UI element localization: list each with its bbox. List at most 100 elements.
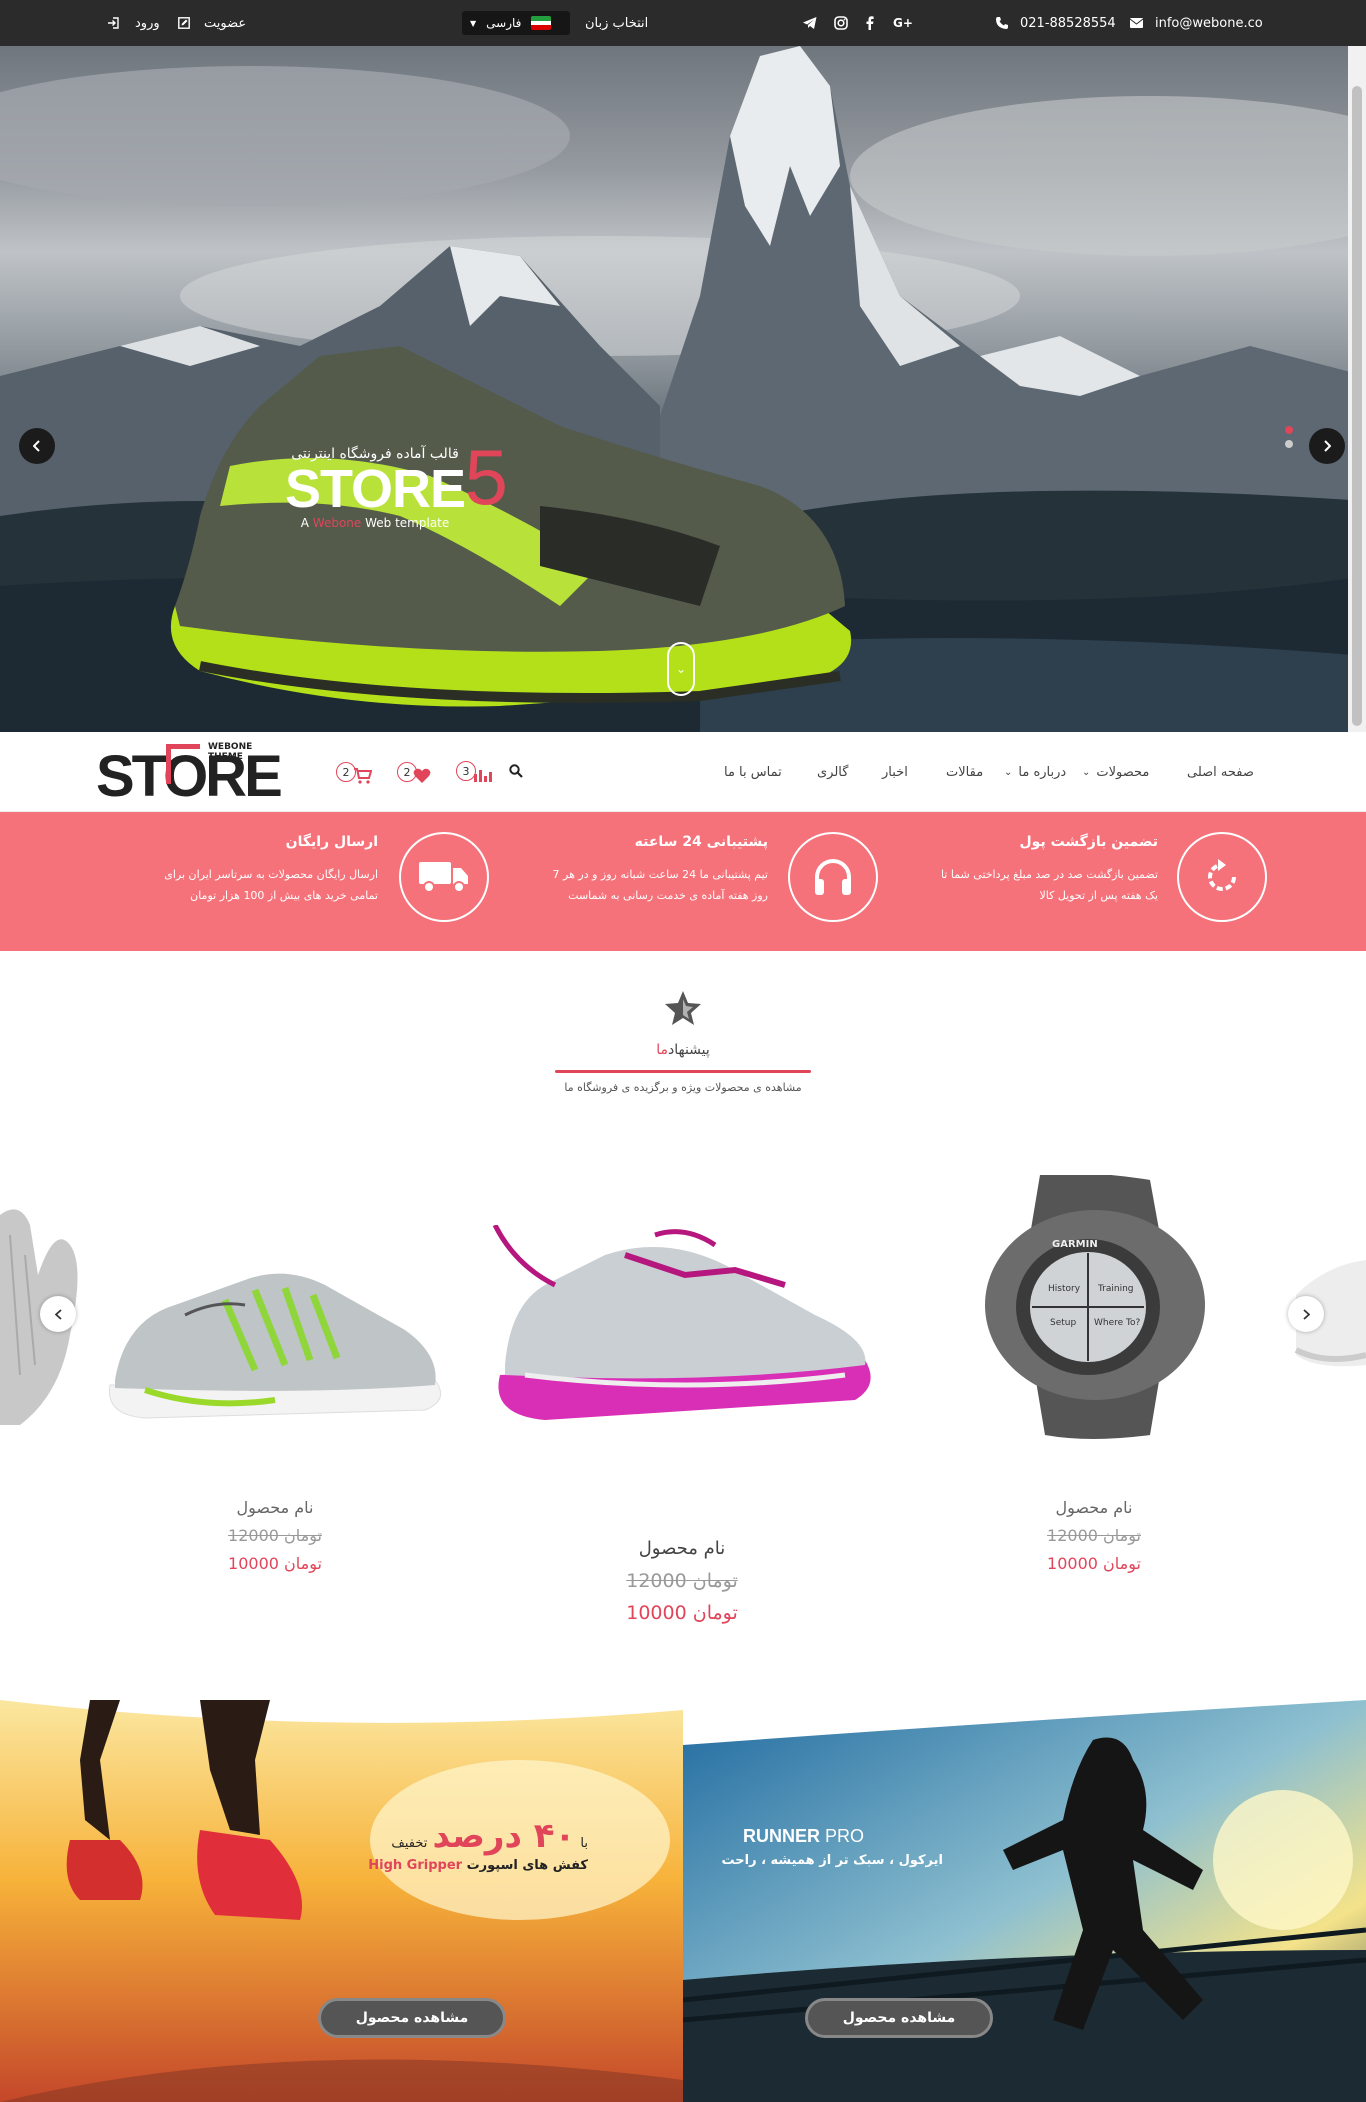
pink-shoe-image bbox=[492, 1225, 871, 1420]
email-link[interactable]: info@webone.co bbox=[1130, 0, 1263, 46]
headphones-icon bbox=[788, 832, 878, 922]
nav-item-contact[interactable]: تماس با ما bbox=[724, 732, 782, 812]
promo-line2: کفش های اسپورت bbox=[466, 1858, 588, 1873]
register-text: عضویت bbox=[204, 15, 247, 31]
promo-left-headline: با ۴۰ درصد تخفیف bbox=[388, 1816, 588, 1856]
feature-support: پشتیبانی 24 ساعته تیم پشتیبانی ما 24 ساع… bbox=[510, 812, 880, 951]
hero-slider: قالب آماده فروشگاه اینترنتی STORE 5 A Web… bbox=[0, 46, 1366, 732]
cart-button[interactable]: 2 bbox=[336, 760, 372, 784]
product-name: نام محصول bbox=[236, 1498, 314, 1517]
section-title-a: پیشنهاد bbox=[667, 1042, 710, 1058]
email-text: info@webone.co bbox=[1155, 15, 1263, 31]
nav-item-gallery-label: گالری bbox=[817, 764, 849, 780]
carousel-prev-button[interactable] bbox=[40, 1296, 76, 1332]
phone-link[interactable]: 021-88528554 bbox=[996, 0, 1116, 46]
products-carousel: History Training Setup Where To? GARMIN … bbox=[0, 1150, 1366, 1650]
slider-dot[interactable] bbox=[1285, 440, 1293, 448]
product-old-price: تومان 12000 bbox=[994, 1526, 1194, 1545]
hero-logo-word: STORE bbox=[285, 459, 466, 519]
featured-section-header: پیشنهادما مشاهده ی محصولات ویژه و برگزید… bbox=[0, 990, 1366, 1094]
instagram-link[interactable] bbox=[834, 0, 848, 46]
slider-pagination bbox=[1285, 426, 1295, 454]
view-product-button[interactable]: مشاهده محصول bbox=[805, 1998, 993, 2038]
promo-prefix: با bbox=[580, 1836, 588, 1851]
edit-icon bbox=[178, 17, 190, 29]
feature-money-back: تضمین بازگشت پول تضمین بازگشت صد در صد م… bbox=[900, 812, 1270, 951]
phone-icon bbox=[996, 17, 1008, 29]
nav-item-contact-label: تماس با ما bbox=[724, 764, 782, 780]
language-select[interactable]: ▼ فارسی bbox=[462, 11, 570, 35]
svg-text:Where To?: Where To? bbox=[1094, 1318, 1141, 1328]
running-shoe-image bbox=[108, 1273, 442, 1419]
nav-item-articles-label: مقالات bbox=[946, 764, 984, 780]
slider-prev-button[interactable] bbox=[19, 428, 55, 464]
scrollbar[interactable] bbox=[1348, 46, 1366, 732]
nav-item-articles[interactable]: مقالات bbox=[946, 732, 983, 812]
compare-button[interactable]: 3 bbox=[456, 760, 492, 782]
promo-discount: ۴۰ درصد bbox=[432, 1816, 576, 1856]
old-price-unit: تومان bbox=[692, 1570, 738, 1592]
slider-dot[interactable] bbox=[1285, 426, 1293, 434]
carousel-next-button[interactable] bbox=[1288, 1296, 1324, 1332]
top-bar: info@webone.co 021-88528554 G+ انتخاب زب… bbox=[0, 0, 1366, 46]
nav-item-news-label: اخبار bbox=[882, 764, 908, 780]
wishlist-button[interactable]: 2 bbox=[397, 760, 431, 784]
old-price-unit: تومان bbox=[284, 1526, 322, 1545]
promo-banner-right[interactable]: RUNNER PRO ایرکول ، سبک تر از همیشه ، را… bbox=[683, 1700, 1366, 2102]
nav-item-products-label: محصولات bbox=[1096, 764, 1150, 780]
svg-text:History: History bbox=[1048, 1284, 1081, 1294]
promo-right-text: RUNNER PRO ایرکول ، سبک تر از همیشه ، را… bbox=[721, 1826, 943, 1868]
site-logo[interactable]: STORE WEBONE THEME bbox=[96, 742, 286, 806]
price-value: 10000 bbox=[1047, 1554, 1098, 1573]
login-icon bbox=[108, 17, 119, 29]
promo-title-b: PRO bbox=[820, 1826, 865, 1846]
register-link[interactable]: عضویت bbox=[178, 0, 246, 46]
login-link[interactable]: ورود bbox=[107, 0, 160, 46]
nav-item-news[interactable]: اخبار bbox=[882, 732, 908, 812]
nav-item-products[interactable]: ⌄ محصولات bbox=[1082, 732, 1149, 812]
truck-icon bbox=[399, 832, 489, 922]
svg-text:GARMIN: GARMIN bbox=[1052, 1239, 1098, 1250]
feature-free-shipping: ارسال رایگان ارسال رایگان محصولات به سرت… bbox=[120, 812, 490, 951]
language-label: انتخاب زبان bbox=[585, 15, 649, 31]
hero-logo-number: 5 bbox=[464, 433, 508, 521]
feature-title: ارسال رایگان bbox=[285, 834, 378, 850]
phone-text: 021-88528554 bbox=[1020, 15, 1116, 31]
scroll-down-button[interactable]: ⌄ bbox=[667, 642, 695, 696]
scrollbar-thumb[interactable] bbox=[1352, 86, 1362, 726]
nav-item-home[interactable]: صفحه اصلی bbox=[1187, 732, 1254, 812]
features-bar: تضمین بازگشت پول تضمین بازگشت صد در صد م… bbox=[0, 812, 1366, 951]
slider-next-button[interactable] bbox=[1309, 428, 1345, 464]
promo-right-line2: ایرکول ، سبک تر از همیشه ، راحت bbox=[721, 1853, 943, 1868]
svg-text:Training: Training bbox=[1097, 1284, 1134, 1294]
hero-background-image bbox=[0, 46, 1366, 732]
google-plus-link[interactable]: G+ bbox=[893, 0, 913, 46]
watch-image: History Training Setup Where To? GARMIN bbox=[985, 1175, 1205, 1439]
runner-feet-image bbox=[0, 1700, 683, 2102]
promo-banner-left[interactable]: با ۴۰ درصد تخفیف کفش های اسپورت High Gri… bbox=[0, 1700, 683, 2102]
promo-title-a: RUNNER bbox=[743, 1826, 821, 1846]
chevron-left-icon bbox=[33, 440, 40, 452]
price-value: 10000 bbox=[228, 1554, 279, 1573]
bar-chart-icon bbox=[474, 770, 492, 782]
iran-flag-icon bbox=[531, 16, 552, 30]
cart-count: 2 bbox=[336, 762, 356, 782]
feature-desc: تضمین بازگشت صد در صد مبلغ پرداختی شما ت… bbox=[940, 868, 1158, 902]
view-product-button[interactable]: مشاهده محصول bbox=[318, 1998, 506, 2038]
chevron-right-icon bbox=[1302, 1308, 1310, 1320]
chevron-left-icon bbox=[54, 1308, 62, 1320]
telegram-link[interactable] bbox=[803, 0, 817, 46]
search-button[interactable] bbox=[509, 764, 523, 778]
telegram-icon bbox=[803, 17, 817, 29]
section-title: پیشنهادما bbox=[0, 1042, 1366, 1058]
chevron-down-icon: ⌄ bbox=[675, 662, 687, 676]
product-price: تومان 10000 bbox=[562, 1602, 802, 1624]
price-value: 10000 bbox=[626, 1602, 687, 1624]
facebook-link[interactable] bbox=[866, 0, 874, 46]
login-text: ورود bbox=[135, 15, 160, 31]
nav-item-gallery[interactable]: گالری bbox=[817, 732, 848, 812]
brand-five-mark bbox=[166, 744, 200, 784]
nav-item-about[interactable]: ⌄ درباره ما bbox=[1004, 732, 1066, 812]
product-old-price: تومان 12000 bbox=[562, 1570, 802, 1592]
price-unit: تومان bbox=[692, 1602, 738, 1624]
